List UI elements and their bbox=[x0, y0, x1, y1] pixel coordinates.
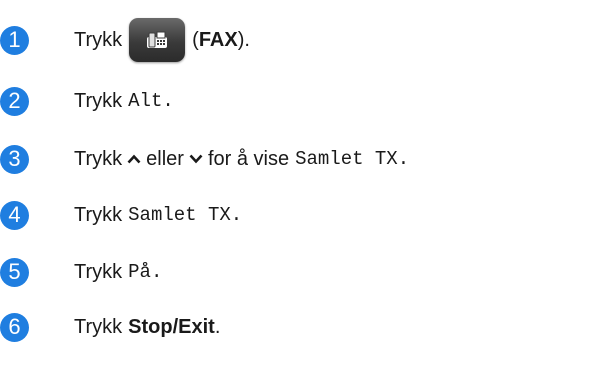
on-label: På bbox=[128, 261, 151, 283]
period: . bbox=[230, 204, 243, 226]
period: . bbox=[397, 148, 410, 170]
step-3: 3 Trykk eller for å vise Samlet TX. bbox=[0, 135, 409, 183]
to-show-text: for å vise bbox=[207, 147, 290, 170]
step-text: Trykk Samlet TX. bbox=[74, 204, 242, 227]
stop-exit-label: Stop/Exit bbox=[128, 315, 215, 338]
step-verb: Trykk bbox=[74, 147, 123, 170]
step-number-badge: 3 bbox=[0, 144, 29, 174]
or-text: eller bbox=[146, 147, 184, 170]
step-text: Trykk Alt. bbox=[74, 90, 174, 113]
step-4: 4 Trykk Samlet TX. bbox=[0, 191, 242, 239]
step-verb: Trykk bbox=[74, 203, 123, 226]
step-verb: Trykk bbox=[74, 315, 123, 338]
fax-icon bbox=[147, 31, 168, 48]
step-number-badge: 1 bbox=[0, 25, 29, 55]
step-verb: Trykk bbox=[74, 89, 123, 112]
step-text: Trykk Stop/Exit. bbox=[74, 316, 220, 339]
step-text: Trykk (FAX). bbox=[74, 18, 250, 62]
period: . bbox=[162, 90, 174, 112]
step-6: 6 Trykk Stop/Exit. bbox=[0, 303, 220, 351]
step-1: 1 Trykk (FAX). bbox=[0, 16, 250, 64]
step-number-badge: 5 bbox=[0, 257, 29, 287]
fax-label: FAX bbox=[198, 28, 238, 51]
samlet-tx-label: Samlet TX bbox=[295, 148, 398, 170]
fax-button[interactable] bbox=[129, 18, 186, 62]
caret-down-icon bbox=[189, 154, 203, 164]
paren-close: ). bbox=[237, 28, 250, 51]
alt-key-label: Alt bbox=[128, 90, 163, 112]
instruction-steps: 1 Trykk (FAX). 2 Trykk Alt . 3 Trykk ell… bbox=[0, 0, 605, 391]
step-text: Trykk eller for å vise Samlet TX. bbox=[74, 148, 409, 171]
period: . bbox=[150, 261, 163, 283]
samlet-tx-label: Samlet TX bbox=[128, 204, 231, 226]
step-verb: Trykk bbox=[74, 28, 123, 51]
step-verb: Trykk bbox=[74, 260, 123, 283]
step-5: 5 Trykk På. bbox=[0, 248, 162, 296]
step-2: 2 Trykk Alt. bbox=[0, 77, 174, 125]
step-number-badge: 4 bbox=[0, 200, 29, 230]
period: . bbox=[214, 315, 221, 338]
step-number-badge: 2 bbox=[0, 86, 29, 116]
step-number-badge: 6 bbox=[0, 312, 29, 342]
step-text: Trykk På. bbox=[74, 261, 162, 284]
paren-open: ( bbox=[192, 28, 199, 51]
caret-up-icon bbox=[127, 154, 141, 164]
